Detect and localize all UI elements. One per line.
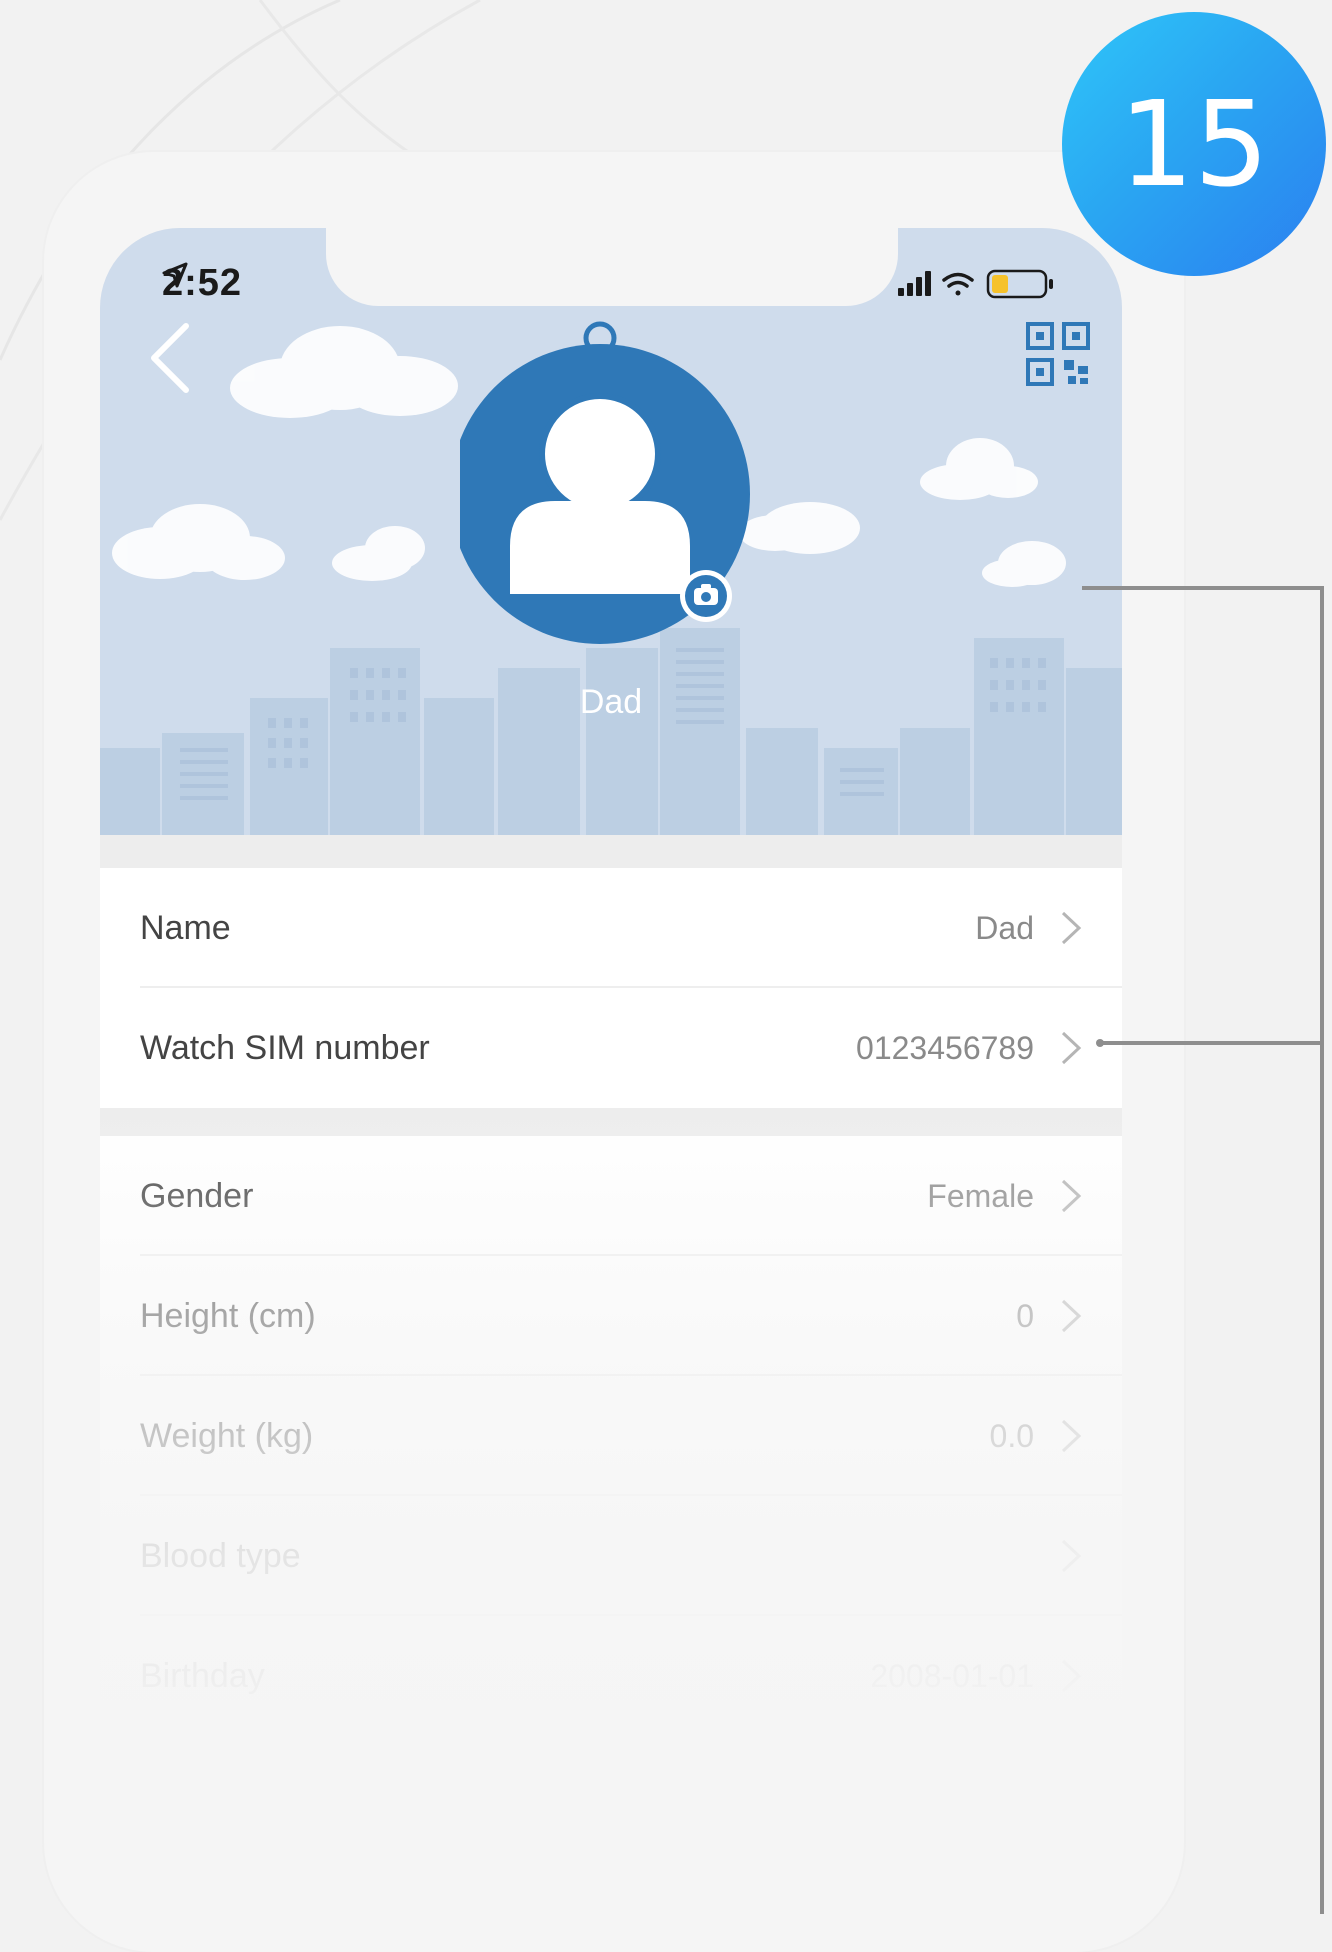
chevron-right-icon: [1061, 1419, 1082, 1453]
row-watch-sim-number[interactable]: Watch SIM number 0123456789: [100, 988, 1122, 1108]
row-label: Name: [140, 908, 231, 947]
step-number-badge: 15: [1062, 12, 1326, 276]
profile-header: 2:52 Dad: [100, 228, 1122, 835]
qr-code-button[interactable]: [1024, 320, 1094, 390]
settings-group-secondary: Gender Female Height (cm) 0 Weight (kg) …: [100, 1136, 1122, 1736]
row-name[interactable]: Name Dad: [100, 868, 1122, 988]
qr-code-icon: [1026, 322, 1090, 386]
row-value: Dad: [975, 909, 1034, 946]
row-label: Height (cm): [140, 1296, 316, 1335]
notch: [326, 228, 898, 306]
chevron-right-icon: [1061, 1299, 1082, 1333]
settings-group-primary: Name Dad Watch SIM number 0123456789: [100, 868, 1122, 1108]
status-time: 2:52: [162, 262, 242, 305]
row-height[interactable]: Height (cm) 0: [100, 1256, 1122, 1376]
profile-name: Dad: [579, 683, 643, 721]
row-value: 2008-01-01: [870, 1657, 1034, 1694]
signal-icon: [898, 271, 931, 296]
chevron-right-icon: [1061, 1179, 1082, 1213]
location-arrow-icon: [162, 262, 188, 288]
row-value: 0123456789: [856, 1029, 1034, 1066]
chevron-right-icon: [1061, 1031, 1082, 1065]
chevron-right-icon: [1061, 1539, 1082, 1573]
row-label: Blood type: [140, 1536, 301, 1575]
row-birthday[interactable]: Birthday 2008-01-01: [100, 1616, 1122, 1736]
row-value: Female: [927, 1177, 1034, 1214]
camera-icon[interactable]: [680, 570, 732, 622]
row-value: 0.0: [989, 1417, 1034, 1454]
row-value: 0: [1016, 1297, 1034, 1334]
back-button[interactable]: [140, 318, 200, 398]
row-label: Watch SIM number: [140, 1028, 430, 1067]
step-number: 15: [1118, 75, 1270, 213]
row-blood-type[interactable]: Blood type: [100, 1496, 1122, 1616]
row-label: Weight (kg): [140, 1416, 314, 1455]
chevron-right-icon: [1061, 1659, 1082, 1693]
battery-icon: [986, 269, 1053, 299]
row-weight[interactable]: Weight (kg) 0.0: [100, 1376, 1122, 1496]
chevron-right-icon: [1061, 911, 1082, 945]
avatar[interactable]: [460, 316, 760, 676]
row-gender[interactable]: Gender Female: [100, 1136, 1122, 1256]
back-chevron-icon: [151, 323, 189, 393]
row-label: Gender: [140, 1176, 254, 1215]
phone-screen: 2:52 Dad Name Dad Watch SIM number 01234…: [100, 228, 1122, 1918]
row-label: Birthday: [140, 1656, 265, 1695]
wifi-icon: [942, 272, 974, 296]
